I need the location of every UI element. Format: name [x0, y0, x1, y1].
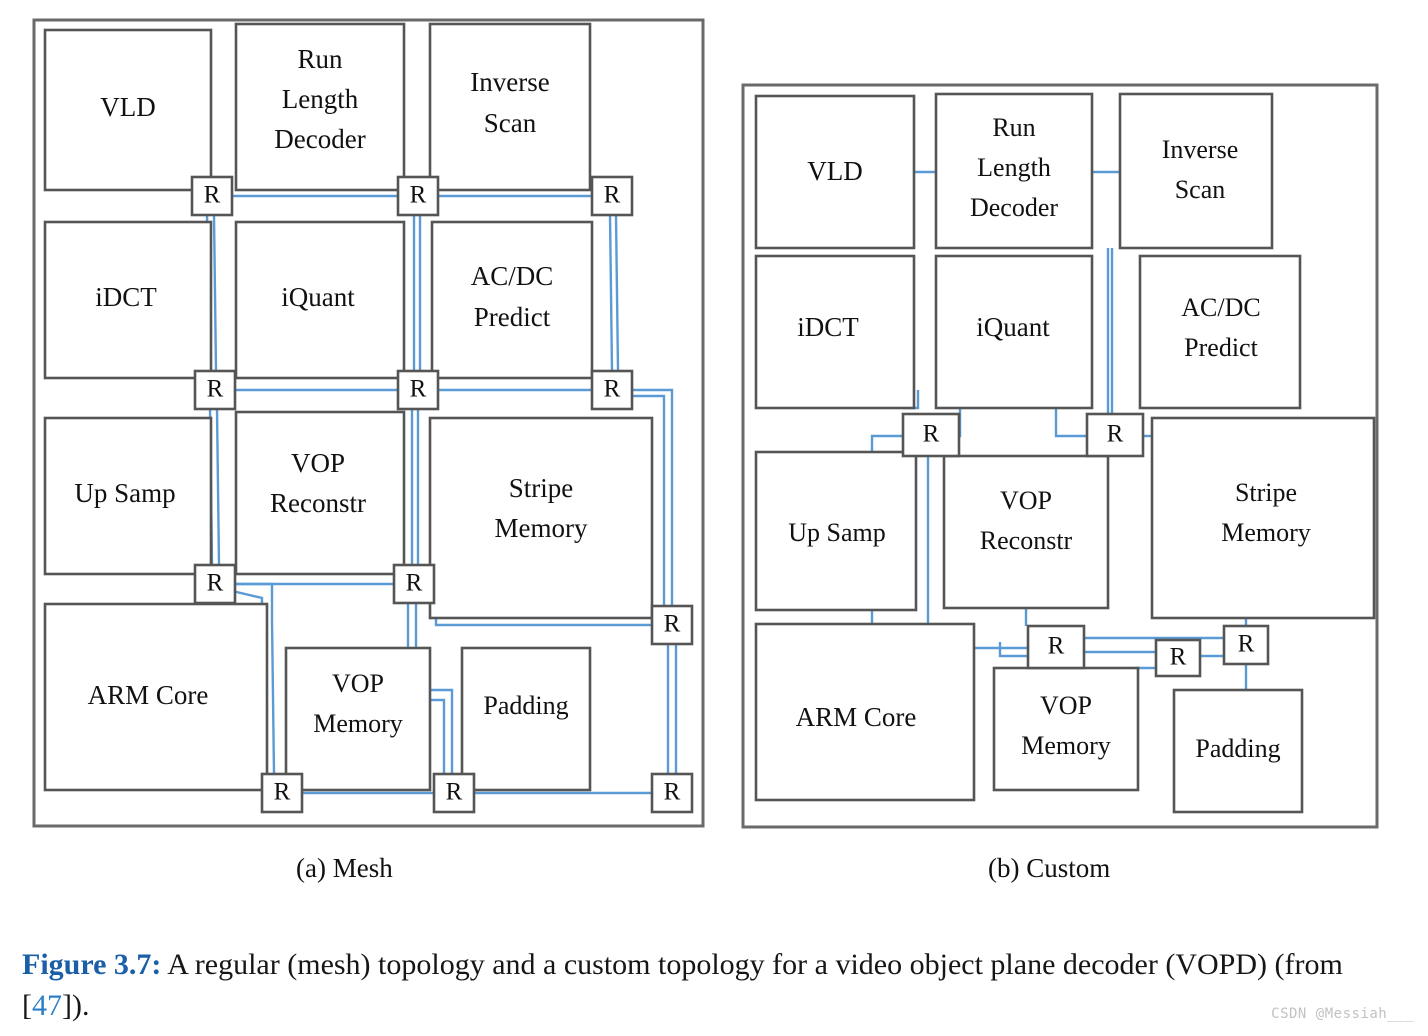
custom-block-acdc-predict[interactable]: AC/DC Predict: [1138, 254, 1302, 410]
custom-block-vopmem-line1: VOP: [1040, 691, 1092, 720]
custom-block-rld-line3: Decoder: [970, 193, 1058, 222]
custom-block-vopmem-line2: Memory: [1021, 731, 1111, 760]
custom-block-vop-reconstr[interactable]: VOP Reconstr: [942, 454, 1110, 610]
custom-block-stripe-memory[interactable]: Stripe Memory: [1150, 416, 1376, 620]
custom-block-vop-memory[interactable]: VOP Memory: [992, 666, 1140, 792]
custom-block-upsamp-label: Up Samp: [788, 518, 886, 547]
figure-caption-tail: ]).: [62, 989, 90, 1023]
custom-router-r-b[interactable]: R: [1085, 412, 1145, 458]
custom-block-vld[interactable]: VLD: [754, 94, 916, 250]
custom-block-invscan-line1: Inverse: [1162, 135, 1239, 164]
custom-block-arm-core[interactable]: ARM Core: [754, 622, 976, 802]
custom-block-vld-label: VLD: [807, 156, 863, 186]
custom-block-stripe-line1: Stripe: [1235, 478, 1297, 507]
router-label: R: [1107, 421, 1124, 448]
custom-block-padding-label: Padding: [1195, 734, 1280, 763]
router-label: R: [1238, 631, 1255, 658]
custom-block-invscan-line2: Scan: [1175, 175, 1226, 204]
custom-block-inverse-scan[interactable]: Inverse Scan: [1118, 92, 1274, 250]
figure-container: VLD Run Length Decoder Inverse Scan iDCT: [0, 0, 1428, 1036]
csdn-watermark: CSDN @Messiah___: [1271, 1006, 1414, 1022]
custom-topology-diagram: VLD Run Length Decoder Inverse Scan iDCT…: [741, 83, 1379, 829]
custom-router-r-c[interactable]: R: [1026, 624, 1086, 670]
custom-router-r-d[interactable]: R: [1154, 638, 1202, 678]
custom-block-vopr-line2: Reconstr: [980, 526, 1073, 555]
router-label: R: [923, 421, 940, 448]
figure-number-label: Figure 3.7:: [22, 948, 162, 981]
custom-block-idct-label: iDCT: [797, 312, 859, 342]
custom-block-run-length-dec[interactable]: Run Length Decoder: [934, 92, 1094, 250]
custom-block-arm-label: ARM Core: [796, 702, 917, 732]
subfigure-label-custom: (b) Custom: [988, 853, 1111, 883]
router-label: R: [1048, 633, 1065, 660]
custom-block-iquant-label: iQuant: [976, 312, 1050, 342]
router-label: R: [1170, 644, 1187, 671]
custom-block-vopr-line1: VOP: [1000, 486, 1052, 515]
custom-router-r-e[interactable]: R: [1222, 624, 1270, 666]
subfigure-label-mesh: (a) Mesh: [296, 853, 393, 883]
custom-block-rld-line1: Run: [992, 113, 1035, 142]
custom-block-up-samp[interactable]: Up Samp: [754, 450, 918, 612]
custom-block-stripe-line2: Memory: [1221, 518, 1311, 547]
custom-block-padding[interactable]: Padding: [1172, 688, 1304, 814]
citation-link[interactable]: 47: [32, 989, 62, 1022]
custom-block-idct[interactable]: iDCT: [754, 254, 916, 410]
custom-router-r-a[interactable]: R: [901, 412, 961, 458]
figure-caption: Figure 3.7: A regular (mesh) topology an…: [22, 944, 1406, 1027]
custom-block-rld-line2: Length: [977, 153, 1051, 182]
figure-caption-body: A regular (mesh) topology and a custom t…: [22, 948, 1343, 1023]
custom-block-iquant[interactable]: iQuant: [934, 254, 1094, 410]
custom-block-acdc-line1: AC/DC: [1181, 293, 1260, 322]
custom-block-acdc-line2: Predict: [1184, 333, 1258, 362]
